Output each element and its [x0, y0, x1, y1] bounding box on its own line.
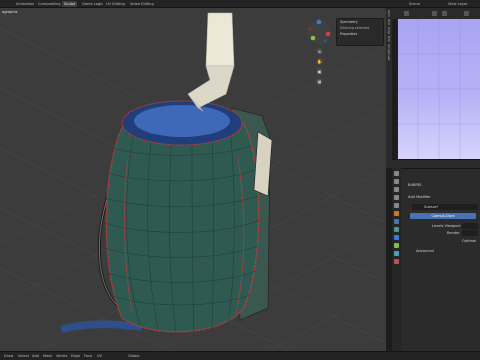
view-layer-tab-icon[interactable]	[394, 195, 399, 200]
add-modifier-button[interactable]: Add Modifier	[408, 195, 431, 199]
navigation-gizmo[interactable]	[305, 18, 333, 46]
tab-uv-editing[interactable]: UV Editing	[104, 1, 127, 7]
uv-editor-header	[392, 8, 480, 19]
sidebar-tab-edit[interactable]: Edit	[387, 36, 391, 42]
tool-tab-icon[interactable]	[394, 171, 399, 176]
levels-viewport-label: Levels Viewport	[432, 224, 461, 228]
object-tab-icon[interactable]	[394, 211, 399, 216]
3d-viewport[interactable]: ographic ⊕ ✋ ▣ ▦ Symmetry Dashing select…	[0, 8, 386, 351]
menu-uv[interactable]: UV	[97, 353, 102, 360]
data-tab-icon[interactable]	[394, 251, 399, 256]
scene-selector[interactable]: Scene	[407, 1, 422, 7]
catmull-clark-button[interactable]: Catmull-Clark	[410, 213, 476, 219]
scene-tab-icon[interactable]	[394, 203, 399, 208]
sidebar-tab-tool[interactable]: Tool	[387, 19, 391, 25]
menu-face[interactable]: Face	[84, 353, 92, 360]
uv-select-icon	[404, 11, 409, 16]
particles-tab-icon[interactable]	[394, 227, 399, 232]
menu-vertex[interactable]: Vertex	[56, 353, 68, 360]
barrel-mesh	[102, 123, 260, 334]
optimal-display-checkbox[interactable]: Optimal	[462, 239, 476, 243]
uv-view-icon	[464, 11, 469, 16]
modifier-wrench-icon[interactable]	[394, 219, 399, 224]
camera-view-icon[interactable]: ▣	[316, 68, 323, 75]
menu-edge[interactable]: Edge	[71, 353, 80, 360]
viewport-view-label: ographic	[2, 10, 18, 14]
transform-orientation-select[interactable]: Global	[128, 353, 139, 360]
tab-compositing[interactable]: Compositing	[36, 1, 63, 7]
downspout-pipe	[187, 12, 235, 112]
menu-draw[interactable]: Draw	[4, 353, 13, 360]
sidebar-tab-view[interactable]: View	[387, 27, 391, 34]
pan-hand-icon[interactable]: ✋	[316, 58, 323, 65]
modifier-name: Subsurf	[424, 205, 438, 209]
modifier-name-field[interactable]	[412, 204, 478, 210]
sidebar-tabs: Item Tool View Edit Screencast	[386, 8, 392, 168]
uv-sync-icon	[432, 11, 437, 16]
tab-sculpt[interactable]: Sculpt	[62, 1, 78, 7]
tab-video-editing[interactable]: Video Editing	[128, 1, 156, 7]
sidebar-tab-screencast[interactable]: Screencast	[387, 44, 391, 61]
menu-mesh[interactable]: Mesh	[43, 353, 52, 360]
uv-editor-canvas[interactable]	[397, 19, 480, 159]
editor-header-bar: Draw Select Add Mesh Vertex Edge Face UV…	[0, 351, 480, 360]
sidebar-overlay-panel: Symmetry Dashing selected Properties	[336, 18, 384, 46]
uv-pin-icon	[442, 11, 447, 16]
material-tab-icon[interactable]	[394, 259, 399, 264]
render-tab-icon[interactable]	[394, 179, 399, 184]
tab-animation[interactable]: Animation	[14, 1, 36, 7]
properties-tab-column	[392, 168, 401, 351]
object-name: BARREL	[408, 183, 423, 187]
menu-add[interactable]: Add	[32, 353, 39, 360]
render-levels-field[interactable]	[462, 230, 478, 236]
render-levels-label: Render	[447, 231, 460, 235]
workspace-tabs-bar: Animation Compositing Sculpt Game Logic …	[0, 0, 480, 8]
advanced-subpanel-toggle[interactable]: Advanced	[416, 249, 434, 253]
sidebar-tab-item[interactable]: Item	[387, 10, 391, 17]
tab-game-logic[interactable]: Game Logic	[80, 1, 105, 7]
constraints-tab-icon[interactable]	[394, 243, 399, 248]
zoom-icon[interactable]: ⊕	[316, 48, 323, 55]
uv-editor-footer	[392, 159, 480, 168]
perspective-toggle-icon[interactable]: ▦	[316, 78, 323, 85]
properties-editor	[392, 168, 480, 351]
levels-viewport-field[interactable]	[462, 223, 478, 229]
physics-tab-icon[interactable]	[394, 235, 399, 240]
output-tab-icon[interactable]	[394, 187, 399, 192]
view-layer-selector[interactable]: View Layer	[446, 1, 470, 7]
menu-select[interactable]: Select	[18, 353, 29, 360]
panel-header-properties[interactable]: Properties	[337, 31, 383, 37]
viewport-grid	[0, 12, 386, 351]
